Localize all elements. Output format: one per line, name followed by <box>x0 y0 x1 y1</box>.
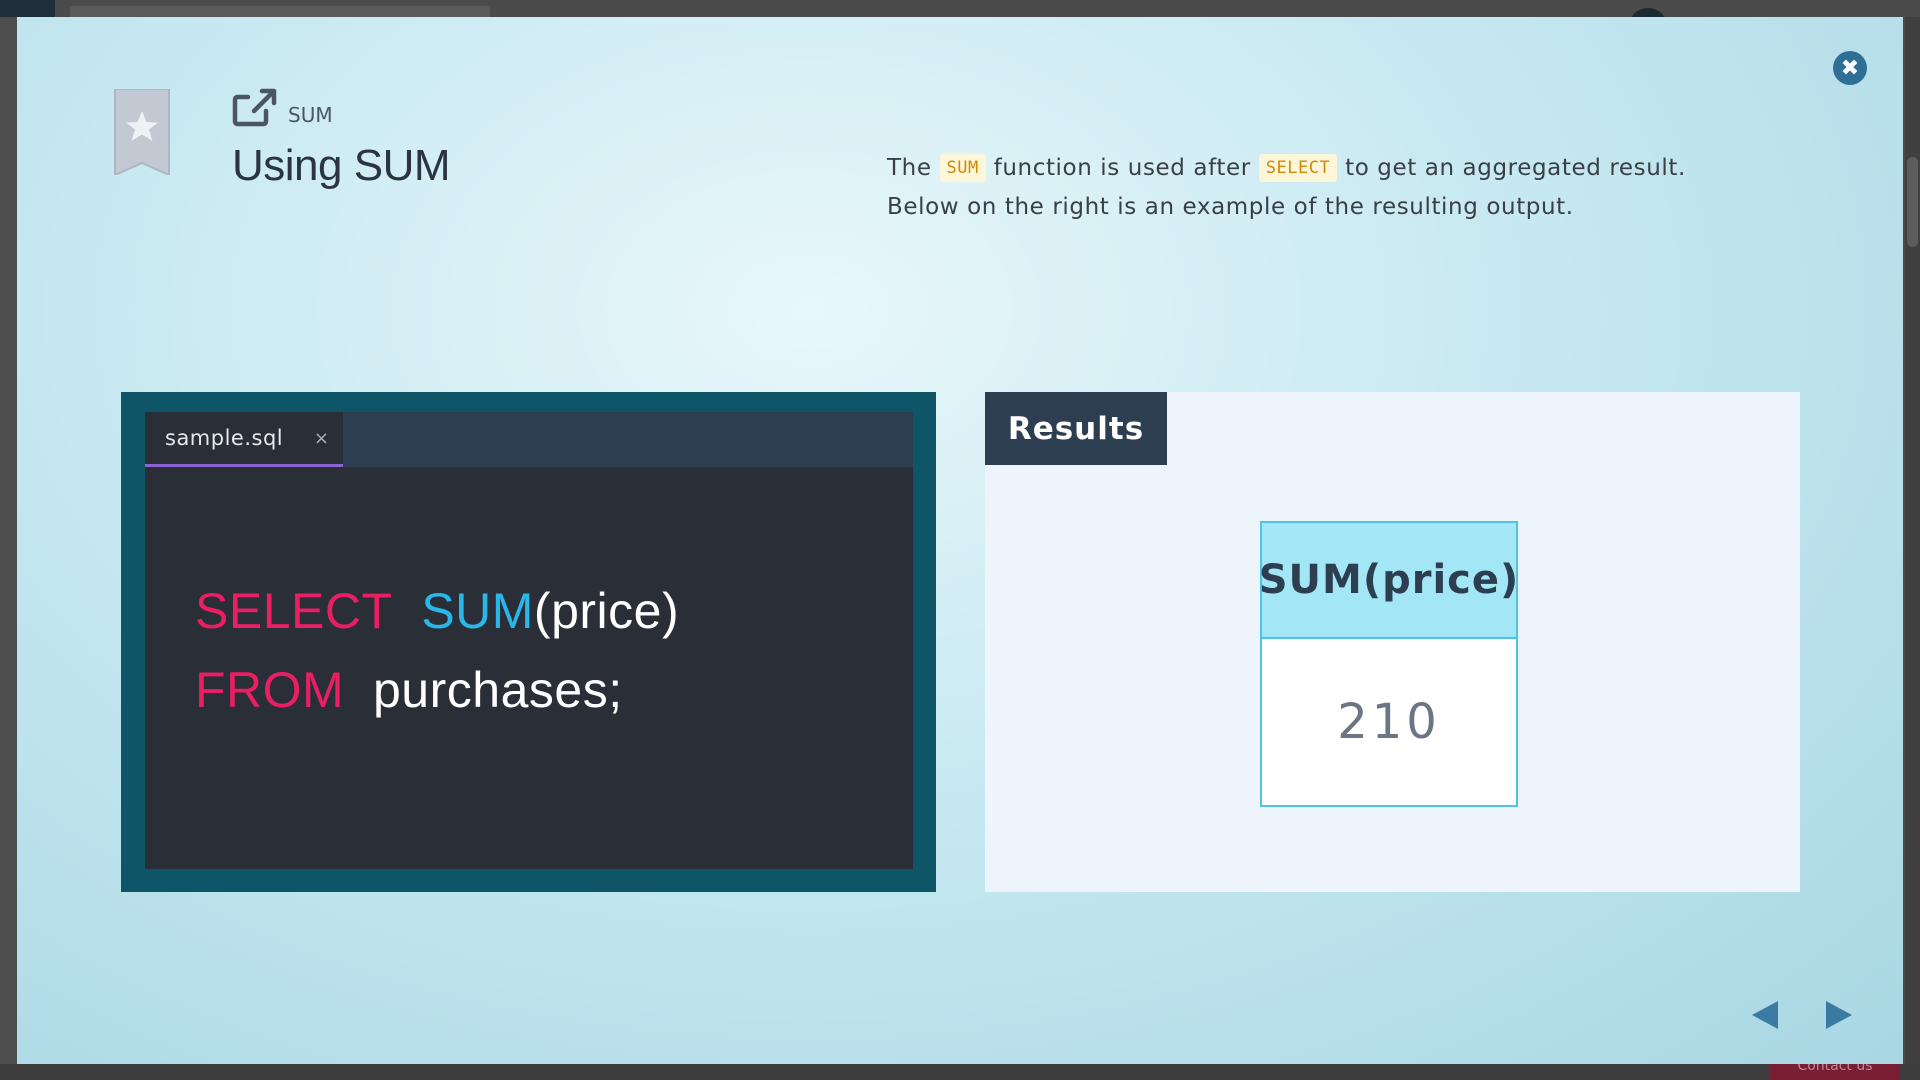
results-table: SUM(price) 210 <box>1259 521 1518 807</box>
description-text: to get an aggregated result. <box>1345 155 1686 181</box>
results-panel: Results SUM(price) 210 <box>985 392 1800 892</box>
lesson-header: SUM Using SUM <box>232 87 451 191</box>
sql-keyword: SELECT <box>195 583 393 639</box>
lesson-modal: ✖ SUM Using SUM The SUM function is used… <box>17 17 1903 1064</box>
code-line: SELECT SUM(price) <box>195 572 679 651</box>
code-editor: sample.sql × SELECT SUM(price) FROM purc… <box>145 412 913 869</box>
sql-text: purchases; <box>373 662 623 718</box>
next-arrow-icon[interactable] <box>1824 999 1854 1031</box>
background-bottom-bar <box>0 1064 1920 1080</box>
results-column-header: SUM(price) <box>1259 523 1518 639</box>
lesson-kicker-label: SUM <box>288 103 333 127</box>
external-link-icon[interactable] <box>232 87 278 127</box>
code-editor-frame: sample.sql × SELECT SUM(price) FROM purc… <box>121 392 936 892</box>
results-tab: Results <box>985 392 1167 465</box>
tab-sample-sql[interactable]: sample.sql × <box>145 412 343 467</box>
prev-arrow-icon[interactable] <box>1750 999 1780 1031</box>
background-scroll-thumb <box>1907 157 1918 247</box>
sql-function: SUM <box>421 583 534 639</box>
lesson-kicker: SUM <box>232 87 450 127</box>
code-chip-select: SELECT <box>1258 154 1338 182</box>
sql-text: (price) <box>533 583 680 639</box>
code-content: SELECT SUM(price) FROM purchases; <box>195 572 679 730</box>
results-cell: 210 <box>1337 694 1441 750</box>
close-icon: ✖ <box>1840 55 1860 81</box>
page-title: Using SUM <box>232 141 451 190</box>
close-button[interactable]: ✖ <box>1833 51 1867 85</box>
editor-tab-bar: sample.sql × <box>145 412 913 467</box>
code-line: FROM purchases; <box>195 651 679 730</box>
background-sidebar <box>0 17 17 1080</box>
tab-label: sample.sql <box>165 426 284 450</box>
bookmark-star-icon[interactable] <box>113 89 171 175</box>
description-text: The <box>887 155 932 181</box>
background-scrollbar <box>1905 17 1920 1080</box>
description-text: Below on the right is an example of the … <box>887 194 1574 220</box>
code-chip-sum: SUM <box>939 154 986 182</box>
tab-close-icon[interactable]: × <box>314 428 329 449</box>
lesson-description: The SUM function is used after SELECT to… <box>887 149 1787 227</box>
description-text: function is used after <box>993 155 1251 181</box>
sql-keyword: FROM <box>195 662 345 718</box>
